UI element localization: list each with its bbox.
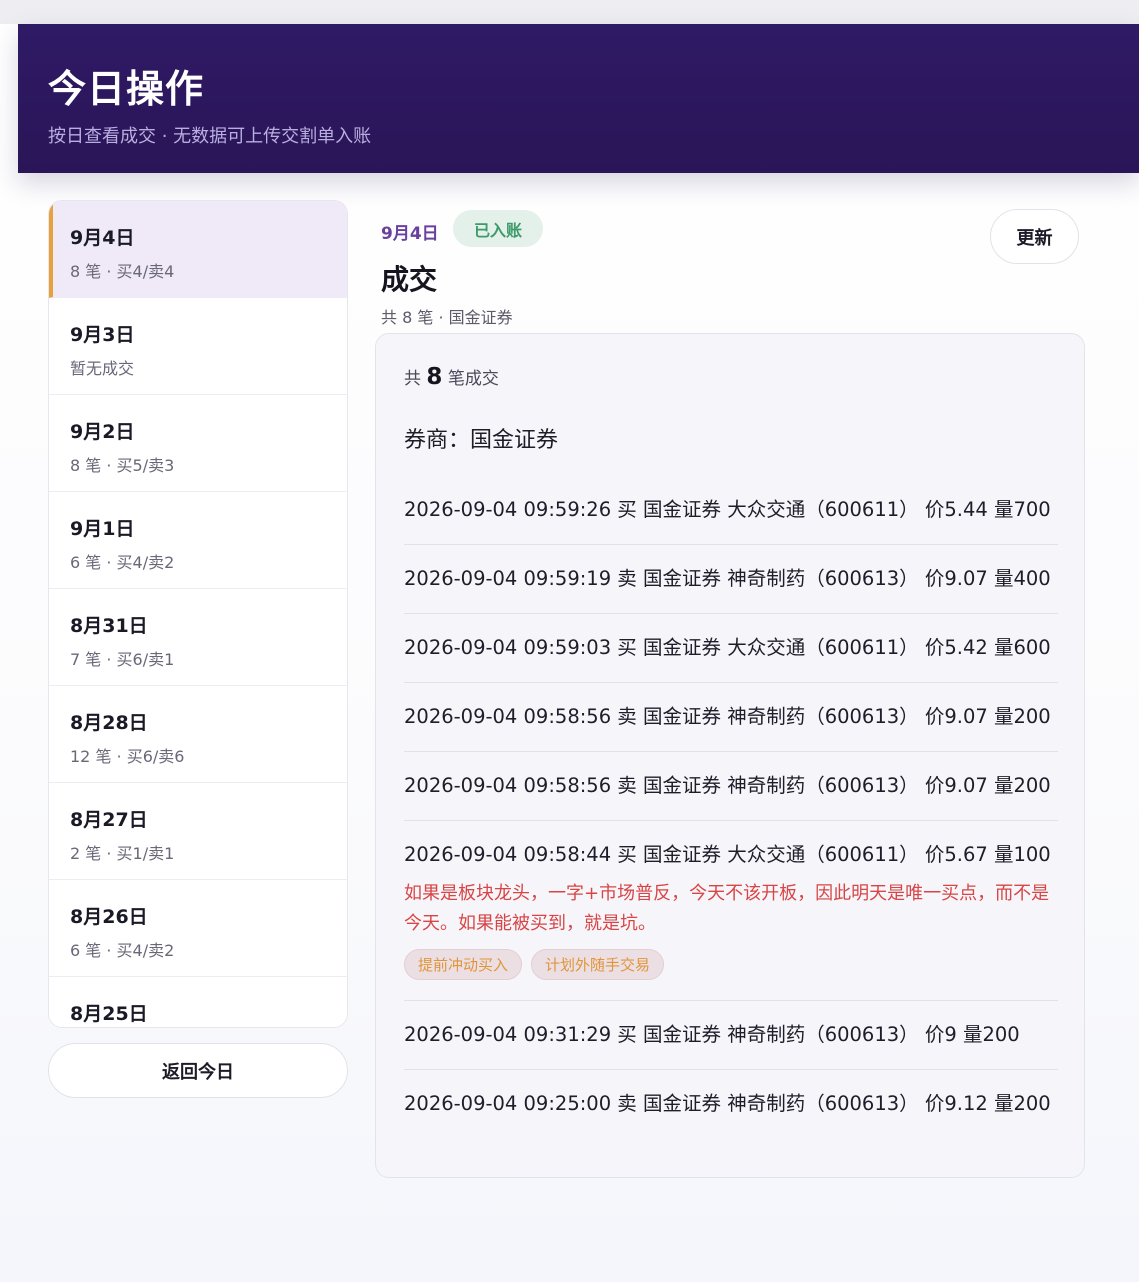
top-strip	[0, 0, 1139, 24]
trade-count-suffix: 笔成交	[447, 369, 499, 389]
page-title: 今日操作	[48, 67, 205, 111]
date-item[interactable]: 9月2日 8 笔 · 买5/卖3	[49, 395, 347, 492]
trade-row: 2026-09-04 09:59:19 卖 国金证券 神奇制药（600613） …	[404, 545, 1058, 614]
trade-row: 2026-09-04 09:59:03 买 国金证券 大众交通（600611） …	[404, 614, 1058, 683]
section-meta: 共 8 笔 · 国金证券	[381, 308, 513, 327]
date-item[interactable]: 8月31日 7 笔 · 买6/卖1	[49, 589, 347, 686]
trade-count: 共 8 笔成交	[404, 364, 499, 390]
date-label: 9月3日	[70, 324, 135, 346]
date-item[interactable]: 8月26日 6 笔 · 买4/卖2	[49, 880, 347, 977]
trade-line: 2026-09-04 09:59:26 买 国金证券 大众交通（600611） …	[404, 498, 1051, 521]
date-label: 8月25日	[70, 1003, 148, 1025]
date-summary: 8 笔 · 买4/卖4	[70, 262, 175, 281]
date-item[interactable]: 9月4日 8 笔 · 买4/卖4	[49, 201, 347, 298]
date-summary: 7 笔 · 买6/卖1	[70, 650, 175, 669]
trade-tags: 提前冲动买入 计划外随手交易	[404, 949, 1058, 980]
page-header: 今日操作 按日查看成交 · 无数据可上传交割单入账	[18, 24, 1139, 173]
trade-row: 2026-09-04 09:25:00 卖 国金证券 神奇制药（600613） …	[404, 1070, 1058, 1138]
date-item[interactable]: 8月25日	[49, 977, 347, 1027]
date-summary: 暂无成交	[70, 359, 135, 378]
trade-row: 2026-09-04 09:31:29 买 国金证券 神奇制药（600613） …	[404, 1001, 1058, 1070]
date-label: 8月27日	[70, 809, 148, 831]
trades-card: 共 8 笔成交 券商：国金证券 2026-09-04 09:59:26 买 国金…	[375, 333, 1085, 1178]
trade-count-value: 8	[426, 364, 443, 390]
trade-row: 2026-09-04 09:58:44 买 国金证券 大众交通（600611） …	[404, 821, 1058, 1001]
date-summary: 12 笔 · 买6/卖6	[70, 747, 185, 766]
refresh-button[interactable]: 更新	[990, 209, 1079, 264]
date-summary: 6 笔 · 买4/卖2	[70, 553, 175, 572]
date-label: 8月31日	[70, 615, 148, 637]
trade-line: 2026-09-04 09:31:29 买 国金证券 神奇制药（600613） …	[404, 1023, 1020, 1046]
trade-line: 2026-09-04 09:59:03 买 国金证券 大众交通（600611） …	[404, 636, 1051, 659]
trade-list: 2026-09-04 09:59:26 买 国金证券 大众交通（600611） …	[404, 476, 1058, 1138]
date-item[interactable]: 9月3日暂无成交	[49, 298, 347, 395]
trade-tag[interactable]: 提前冲动买入	[404, 949, 523, 980]
detail-date: 9月4日	[381, 224, 439, 244]
trade-line: 2026-09-04 09:58:44 买 国金证券 大众交通（600611） …	[404, 843, 1051, 866]
date-summary: 6 笔 · 买4/卖2	[70, 941, 175, 960]
date-item[interactable]: 8月28日 12 笔 · 买6/卖6	[49, 686, 347, 783]
trade-line: 2026-09-04 09:25:00 卖 国金证券 神奇制药（600613） …	[404, 1092, 1051, 1115]
status-badge: 已入账	[453, 210, 543, 247]
date-label: 9月4日	[70, 227, 135, 249]
trade-line: 2026-09-04 09:58:56 卖 国金证券 神奇制药（600613） …	[404, 705, 1051, 728]
broker-label: 券商：国金证券	[404, 428, 559, 453]
date-label: 9月2日	[70, 421, 135, 443]
date-summary: 8 笔 · 买5/卖3	[70, 456, 175, 475]
trade-row: 2026-09-04 09:59:26 买 国金证券 大众交通（600611） …	[404, 476, 1058, 545]
date-item[interactable]: 9月1日 6 笔 · 买4/卖2	[49, 492, 347, 589]
date-item[interactable]: 8月27日 2 笔 · 买1/卖1	[49, 783, 347, 880]
trade-line: 2026-09-04 09:59:19 卖 国金证券 神奇制药（600613） …	[404, 567, 1051, 590]
section-title: 成交	[381, 263, 438, 296]
page-subtitle: 按日查看成交 · 无数据可上传交割单入账	[48, 126, 372, 147]
trade-line: 2026-09-04 09:58:56 卖 国金证券 神奇制药（600613） …	[404, 774, 1051, 797]
trade-tag[interactable]: 计划外随手交易	[531, 949, 665, 980]
back-to-today-button[interactable]: 返回今日	[48, 1043, 348, 1098]
date-label: 9月1日	[70, 518, 135, 540]
date-list: 9月4日 8 笔 · 买4/卖4 9月3日 暂无成交 9月2日 8 笔 · 买5/卖3 9月…	[48, 200, 348, 1028]
date-label: 8月26日	[70, 906, 148, 928]
trade-row: 2026-09-04 09:58:56 卖 国金证券 神奇制药（600613） …	[404, 683, 1058, 752]
date-summary: 2 笔 · 买1/卖1	[70, 844, 175, 863]
trade-note: 如果是板块龙头，一字+市场普反，今天不该开板，因此明天是唯一买点，而不是今天。如…	[404, 883, 1050, 934]
trade-row: 2026-09-04 09:58:56 卖 国金证券 神奇制药（600613） …	[404, 752, 1058, 821]
date-label: 8月28日	[70, 712, 148, 734]
trade-count-prefix: 共	[404, 369, 421, 389]
